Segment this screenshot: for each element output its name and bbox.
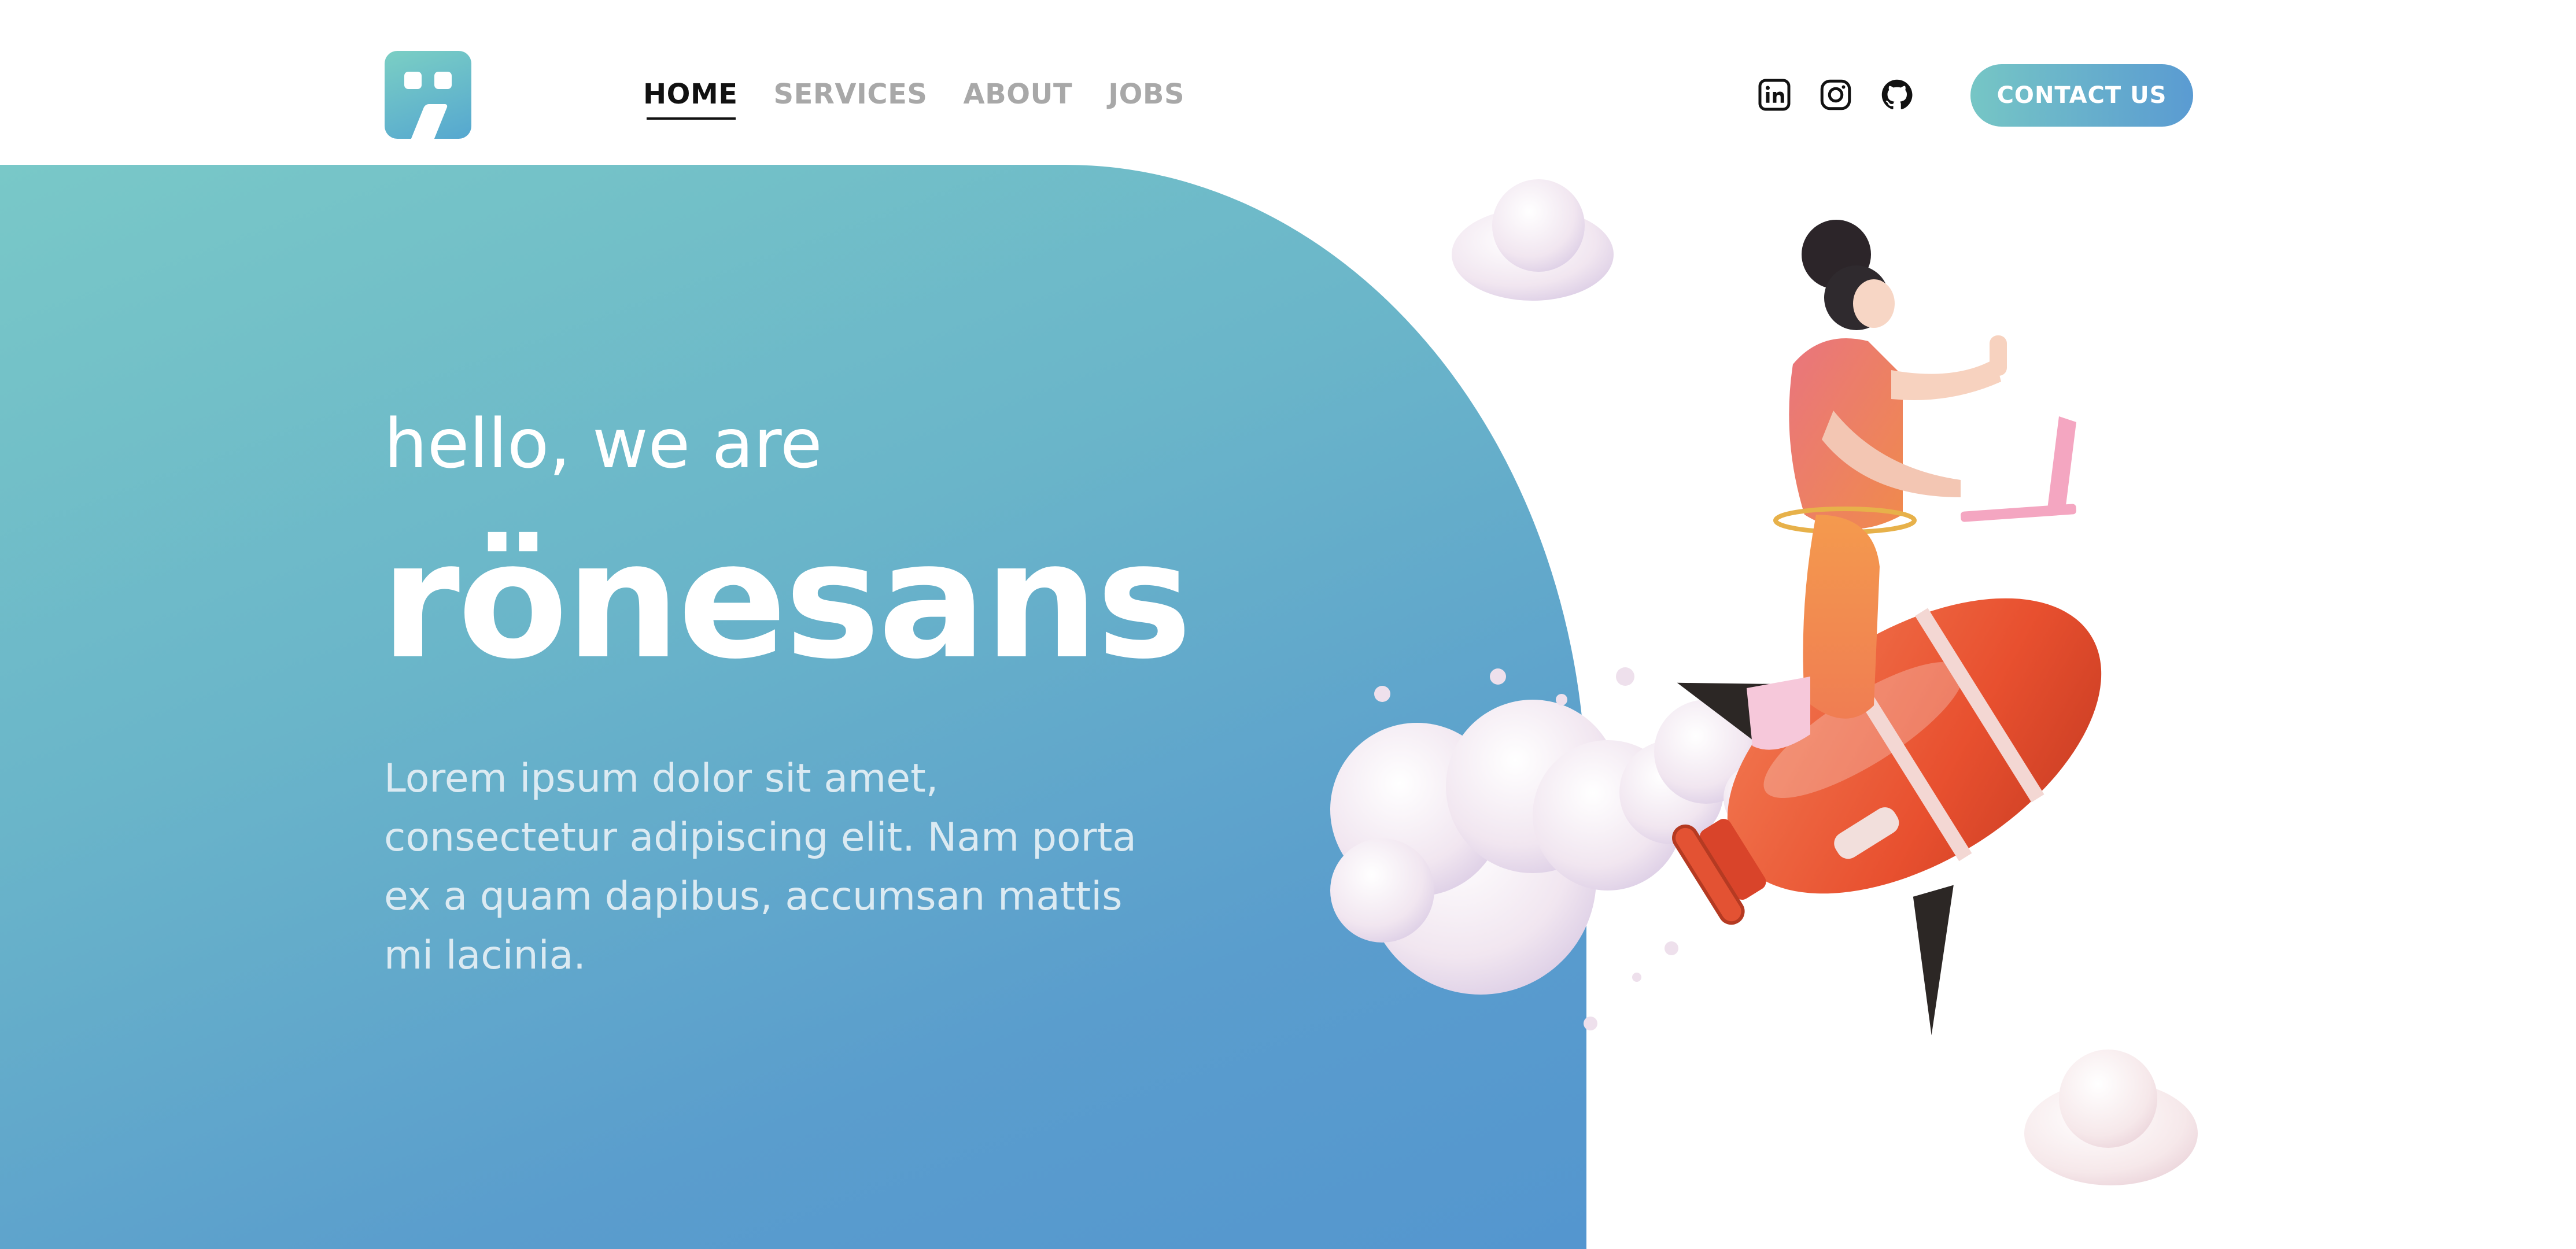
nav-services[interactable]: SERVICES <box>774 78 928 110</box>
logo-notch <box>411 104 449 139</box>
cloud-bottom-right <box>2024 1050 2198 1185</box>
ronesans-logo[interactable] <box>385 51 471 139</box>
nav-home[interactable]: HOME <box>643 78 738 120</box>
linkedin-icon[interactable] <box>1757 77 1792 112</box>
social-links <box>1757 77 1914 112</box>
hero-description: Lorem ipsum dolor sit amet, consectetur … <box>384 756 1136 978</box>
instagram-icon[interactable] <box>1818 77 1853 112</box>
logo-eye-right <box>434 72 452 89</box>
nav-jobs[interactable]: JOBS <box>1108 78 1184 110</box>
hero-title: rönesans <box>381 507 1192 694</box>
contact-us-button[interactable]: CONTACT US <box>1970 64 2193 127</box>
github-icon[interactable] <box>1880 77 1914 112</box>
rocket-girl-illustration <box>1330 179 2198 1185</box>
nav-about[interactable]: ABOUT <box>963 78 1072 110</box>
main-nav: HOME SERVICES ABOUT JOBS <box>643 77 1184 120</box>
hero-greeting: hello, we are <box>384 404 822 483</box>
logo-eye-left <box>404 72 422 89</box>
cloud-top <box>1452 179 1614 301</box>
